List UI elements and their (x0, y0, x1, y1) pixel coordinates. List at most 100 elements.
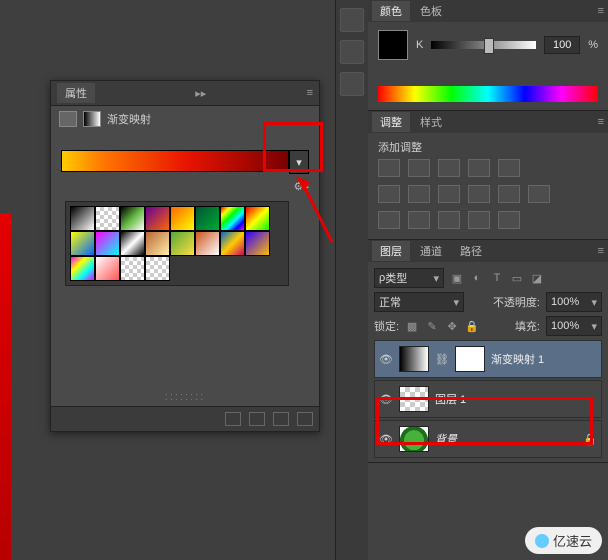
k-slider[interactable] (431, 41, 536, 49)
preset-swatch[interactable] (95, 206, 120, 231)
filter-adjust-icon[interactable]: ◐ (470, 271, 484, 285)
preset-swatch[interactable] (245, 231, 270, 256)
adjustment-icon (59, 111, 77, 127)
preset-swatch[interactable] (95, 256, 120, 281)
layer-name[interactable]: 图层 1 (435, 391, 597, 407)
adj-invert-icon[interactable] (378, 211, 400, 229)
preset-swatch[interactable] (170, 231, 195, 256)
adjustment-thumb (399, 346, 429, 372)
adj-colorbalance-icon[interactable] (408, 185, 430, 203)
fill-value[interactable]: 100%▾ (546, 316, 602, 336)
link-icon[interactable]: ⛓ (435, 353, 449, 366)
adj-exposure-icon[interactable] (468, 159, 490, 177)
fill-label: 填充: (515, 318, 540, 334)
preset-swatch[interactable] (95, 231, 120, 256)
adj-threshold-icon[interactable] (438, 211, 460, 229)
foreground-swatch[interactable] (378, 30, 408, 60)
dock-icon-paragraph[interactable] (340, 72, 364, 96)
view-previous-icon[interactable] (249, 412, 265, 426)
tab-adjustments[interactable]: 调整 (372, 112, 410, 132)
adj-posterize-icon[interactable] (408, 211, 430, 229)
layers-panel: 图层 通道 路径 ≡ ρ 类型▾ ▣ ◐ T ▭ ◪ 正常▾ 不透明度: 100… (368, 240, 608, 463)
lock-transparent-icon[interactable]: ▩ (405, 319, 419, 333)
visibility-toggle-icon[interactable]: 👁 (379, 433, 393, 446)
panel-menu-icon[interactable]: ≡ (598, 116, 604, 128)
preset-swatch[interactable] (170, 206, 195, 231)
preset-swatch[interactable] (70, 206, 95, 231)
gradient-picker-menu-icon[interactable]: ⚙▸ (294, 180, 309, 193)
layer-1[interactable]: 👁 图层 1 (374, 380, 602, 418)
adj-curves-icon[interactable] (438, 159, 460, 177)
opacity-value[interactable]: 100%▾ (546, 292, 602, 312)
visibility-toggle-icon[interactable]: 👁 (379, 393, 393, 406)
filter-type-select[interactable]: ρ 类型▾ (374, 268, 444, 288)
lock-label: 锁定: (374, 318, 399, 334)
panel-resize-grip[interactable]: :::::::: (51, 391, 319, 403)
preset-swatch[interactable] (70, 231, 95, 256)
preset-swatch[interactable] (195, 231, 220, 256)
preset-swatch[interactable] (145, 256, 170, 281)
preset-swatch[interactable] (120, 206, 145, 231)
adj-colorlookup-icon[interactable] (528, 185, 550, 203)
blend-mode-select[interactable]: 正常▾ (374, 292, 464, 312)
panel-collapse-icon[interactable]: ▸▸ (195, 87, 206, 100)
preset-swatch[interactable] (195, 206, 220, 231)
panel-menu-icon[interactable]: ≡ (307, 87, 313, 99)
channel-label: K (416, 39, 423, 51)
layer-background[interactable]: 👁 背景 🔒 (374, 420, 602, 458)
filter-shape-icon[interactable]: ▭ (510, 271, 524, 285)
tab-styles[interactable]: 样式 (412, 112, 450, 132)
tab-paths[interactable]: 路径 (452, 241, 490, 261)
tab-color[interactable]: 颜色 (372, 1, 410, 21)
preset-swatch[interactable] (120, 256, 145, 281)
filter-pixel-icon[interactable]: ▣ (450, 271, 464, 285)
lock-position-icon[interactable]: ✥ (445, 319, 459, 333)
properties-tab[interactable]: 属性 (57, 83, 95, 103)
panel-menu-icon[interactable]: ≡ (598, 245, 604, 257)
adjustments-panel: 调整 样式 ≡ 添加调整 (368, 111, 608, 240)
preset-swatch[interactable] (220, 231, 245, 256)
gradient-dropdown-button[interactable]: ▾ (289, 150, 309, 174)
adj-hue-icon[interactable] (378, 185, 400, 203)
adj-selectivecolor-icon[interactable] (498, 211, 520, 229)
filter-type-icon[interactable]: T (490, 271, 504, 285)
lock-icon[interactable]: 🔒 (583, 433, 597, 446)
tab-layers[interactable]: 图层 (372, 241, 410, 261)
panel-menu-icon[interactable]: ≡ (598, 5, 604, 17)
clip-to-layer-icon[interactable] (225, 412, 241, 426)
properties-footer (51, 406, 319, 431)
preset-swatch[interactable] (70, 256, 95, 281)
adj-channelmixer-icon[interactable] (498, 185, 520, 203)
adj-levels-icon[interactable] (408, 159, 430, 177)
preset-swatch[interactable] (120, 231, 145, 256)
preset-swatch[interactable] (245, 206, 270, 231)
dock-icon-history[interactable] (340, 8, 364, 32)
adj-brightness-icon[interactable] (378, 159, 400, 177)
delete-adjustment-icon[interactable] (297, 412, 313, 426)
k-value[interactable]: 100 (544, 36, 580, 54)
dock-icon-character[interactable] (340, 40, 364, 64)
mask-thumb[interactable] (455, 346, 485, 372)
preset-swatch[interactable] (145, 206, 170, 231)
preset-swatch[interactable] (220, 206, 245, 231)
lock-pixels-icon[interactable]: ✎ (425, 319, 439, 333)
lock-all-icon[interactable]: 🔒 (465, 319, 479, 333)
preset-swatch[interactable] (145, 231, 170, 256)
color-spectrum[interactable] (378, 86, 598, 102)
adj-bw-icon[interactable] (438, 185, 460, 203)
reset-icon[interactable] (273, 412, 289, 426)
layer-name[interactable]: 背景 (435, 431, 577, 447)
gradient-preview[interactable] (61, 150, 289, 172)
document-red-strip (0, 213, 11, 560)
tab-channels[interactable]: 通道 (412, 241, 450, 261)
filter-smart-icon[interactable]: ◪ (530, 271, 544, 285)
layer-name[interactable]: 渐变映射 1 (491, 351, 597, 367)
watermark-badge: 亿速云 (525, 527, 602, 554)
adj-photofilter-icon[interactable] (468, 185, 490, 203)
layer-gradient-map[interactable]: 👁 ⛓ 渐变映射 1 (374, 340, 602, 378)
adj-vibrance-icon[interactable] (498, 159, 520, 177)
tab-swatches[interactable]: 色板 (412, 1, 450, 21)
visibility-toggle-icon[interactable]: 👁 (379, 353, 393, 366)
slider-knob[interactable] (484, 38, 494, 54)
adj-gradientmap-icon[interactable] (468, 211, 490, 229)
